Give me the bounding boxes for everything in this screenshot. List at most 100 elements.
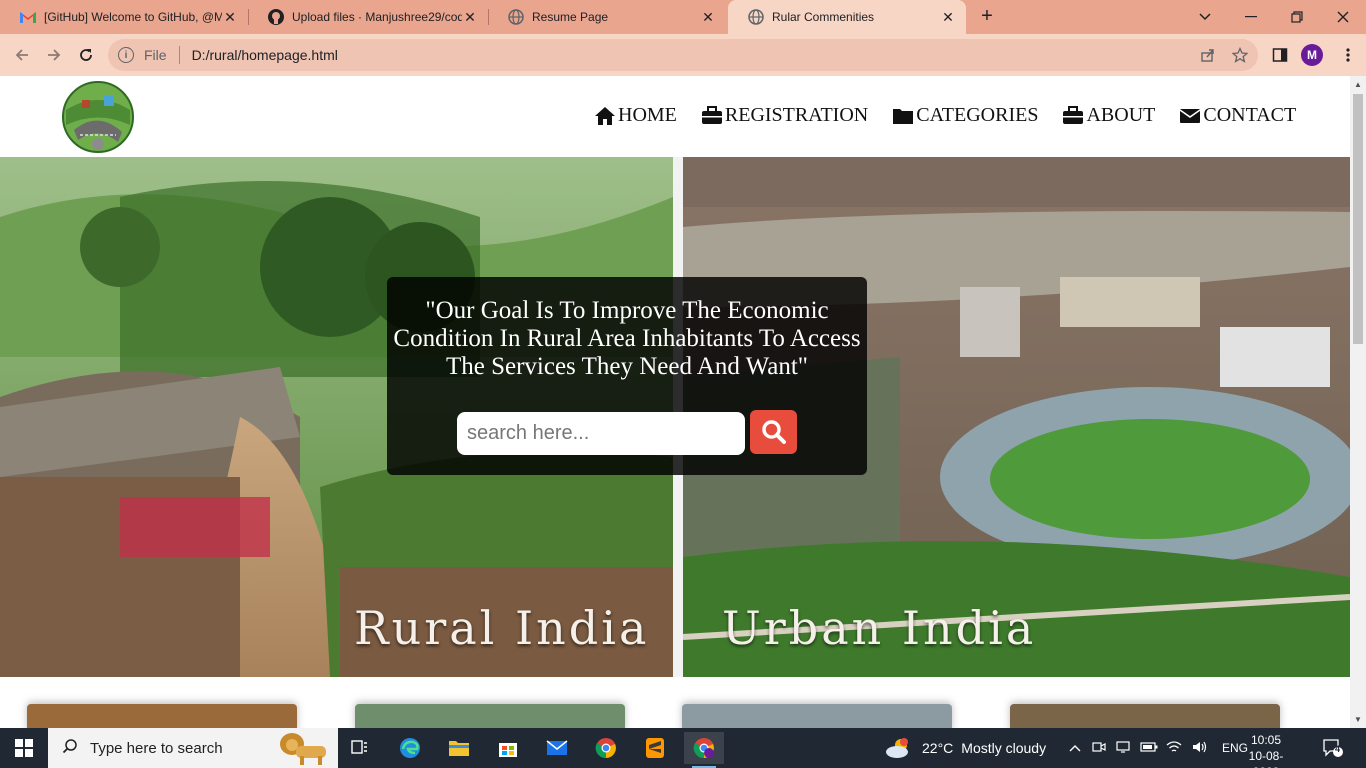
nav-about-label: ABOUT [1086, 104, 1156, 126]
meet-now-icon[interactable] [1092, 740, 1108, 757]
volume-icon[interactable] [1192, 740, 1210, 757]
forward-button[interactable] [40, 41, 68, 69]
close-window-button[interactable] [1320, 0, 1366, 34]
taskbar-search[interactable]: Type here to search [48, 728, 338, 768]
close-icon[interactable]: ✕ [700, 9, 716, 25]
hero-section: "Our Goal Is To Improve The Economic Con… [0, 157, 1350, 677]
nav-contact-label: CONTACT [1203, 104, 1297, 126]
hero-overlay-box: "Our Goal Is To Improve The Economic Con… [387, 277, 867, 475]
scroll-up-icon[interactable]: ▲ [1354, 80, 1362, 89]
main-nav: HOME REGISTRATION CATEGORIES ABOUT CONTA… [594, 104, 1296, 127]
tab-title: Resume Page [532, 10, 609, 24]
chrome-profile-icon[interactable] [684, 732, 724, 768]
scrollbar-thumb[interactable] [1353, 94, 1363, 344]
category-card[interactable] [27, 704, 297, 728]
globe-icon [508, 9, 524, 25]
chevron-up-icon[interactable] [1066, 741, 1084, 755]
search-icon [761, 420, 786, 444]
weather-condition: Mostly cloudy [961, 740, 1047, 756]
globe-icon [748, 9, 764, 25]
nav-registration-label: REGISTRATION [724, 104, 869, 126]
category-card[interactable] [682, 704, 952, 728]
address-url[interactable]: D:/rural/homepage.html [192, 47, 338, 63]
site-header: HOME REGISTRATION CATEGORIES ABOUT CONTA… [0, 76, 1350, 157]
tab-search-chevron-icon[interactable] [1182, 0, 1228, 34]
mail-icon[interactable] [537, 732, 577, 764]
scroll-down-icon[interactable]: ▼ [1354, 715, 1362, 724]
nav-registration[interactable]: REGISTRATION [701, 104, 868, 127]
close-icon[interactable]: ✕ [222, 9, 238, 25]
notification-center-icon[interactable]: 4 [1322, 738, 1344, 758]
nav-about[interactable]: ABOUT [1062, 104, 1155, 127]
nav-categories-label: CATEGORIES [916, 104, 1039, 126]
browser-tab-bar: [GitHub] Welcome to GitHub, @M ✕ Upload … [0, 0, 1366, 34]
address-bar[interactable]: i File D:/rural/homepage.html [108, 39, 1258, 71]
browser-toolbar: i File D:/rural/homepage.html [0, 34, 1366, 76]
sublime-text-icon[interactable] [635, 732, 675, 764]
close-icon[interactable]: ✕ [940, 9, 956, 25]
arrow-left-icon [15, 49, 28, 61]
reload-button[interactable] [72, 41, 100, 69]
nav-categories[interactable]: CATEGORIES [892, 104, 1038, 127]
file-explorer-icon[interactable] [439, 732, 479, 764]
site-logo[interactable] [60, 80, 136, 154]
notification-count: 4 [1335, 744, 1341, 754]
microsoft-store-icon[interactable] [488, 732, 528, 764]
info-icon[interactable]: i [118, 47, 134, 63]
briefcase-icon [1063, 105, 1084, 124]
system-tray: ENG [1066, 728, 1248, 768]
display-icon[interactable] [1116, 740, 1132, 757]
tab-rular-commenities[interactable]: Rular Commenities ✕ [728, 0, 966, 34]
back-button[interactable] [8, 41, 36, 69]
tab-title: Upload files · Manjushree29/code [292, 10, 462, 24]
tab-upload-files[interactable]: Upload files · Manjushree29/code ✕ [248, 0, 488, 34]
arrow-right-icon [48, 49, 61, 61]
page-viewport: HOME REGISTRATION CATEGORIES ABOUT CONTA… [0, 76, 1350, 728]
tab-github-welcome[interactable]: [GitHub] Welcome to GitHub, @M ✕ [0, 0, 248, 34]
briefcase-icon [701, 105, 722, 124]
urban-india-label: Urban India [722, 601, 1037, 655]
battery-icon[interactable] [1140, 741, 1158, 755]
share-icon[interactable] [1194, 41, 1222, 69]
edge-icon[interactable] [390, 732, 430, 764]
category-cards-row [0, 704, 1350, 728]
envelope-icon [1179, 108, 1201, 123]
address-divider [178, 46, 180, 64]
lion-illustration-icon [270, 730, 334, 768]
hero-quote: "Our Goal Is To Improve The Economic Con… [393, 297, 861, 380]
search-button[interactable] [750, 410, 797, 454]
task-view-icon[interactable] [340, 732, 380, 764]
tab-resume-page[interactable]: Resume Page ✕ [488, 0, 726, 34]
rural-india-label: Rural India [354, 601, 650, 655]
new-tab-button[interactable]: + [975, 5, 999, 29]
weather-widget[interactable]: 22°C Mostly cloudy [884, 728, 1046, 768]
clock-time: 10:05 [1250, 733, 1282, 747]
github-icon [268, 9, 284, 25]
search-icon [62, 738, 78, 759]
kebab-menu-icon[interactable] [1334, 41, 1362, 69]
page-scrollbar[interactable]: ▲ ▼ [1350, 76, 1366, 728]
wifi-icon[interactable] [1166, 740, 1184, 757]
nav-contact[interactable]: CONTACT [1179, 104, 1296, 127]
tab-title: Rular Commenities [772, 10, 875, 24]
windows-logo-icon [15, 739, 33, 757]
profile-avatar[interactable]: M [1301, 44, 1323, 66]
category-card[interactable] [355, 704, 625, 728]
category-card[interactable] [1010, 704, 1280, 728]
nav-home-label: HOME [618, 104, 677, 126]
system-clock[interactable]: 10:05 10-08-2023 [1236, 732, 1296, 768]
taskbar-search-placeholder: Type here to search [90, 739, 223, 757]
clock-date: 10-08-2023 [1248, 749, 1284, 768]
folder-icon [893, 108, 914, 124]
reload-icon [80, 49, 92, 61]
chrome-icon[interactable] [586, 732, 626, 764]
search-input[interactable] [457, 412, 745, 455]
minimize-button[interactable] [1228, 0, 1274, 34]
restore-button[interactable] [1274, 0, 1320, 34]
close-icon[interactable]: ✕ [462, 9, 478, 25]
start-button[interactable] [0, 728, 48, 768]
side-panel-icon[interactable] [1266, 41, 1294, 69]
bookmark-star-icon[interactable] [1226, 41, 1254, 69]
nav-home[interactable]: HOME [594, 104, 677, 127]
weather-temp: 22°C [922, 740, 954, 756]
